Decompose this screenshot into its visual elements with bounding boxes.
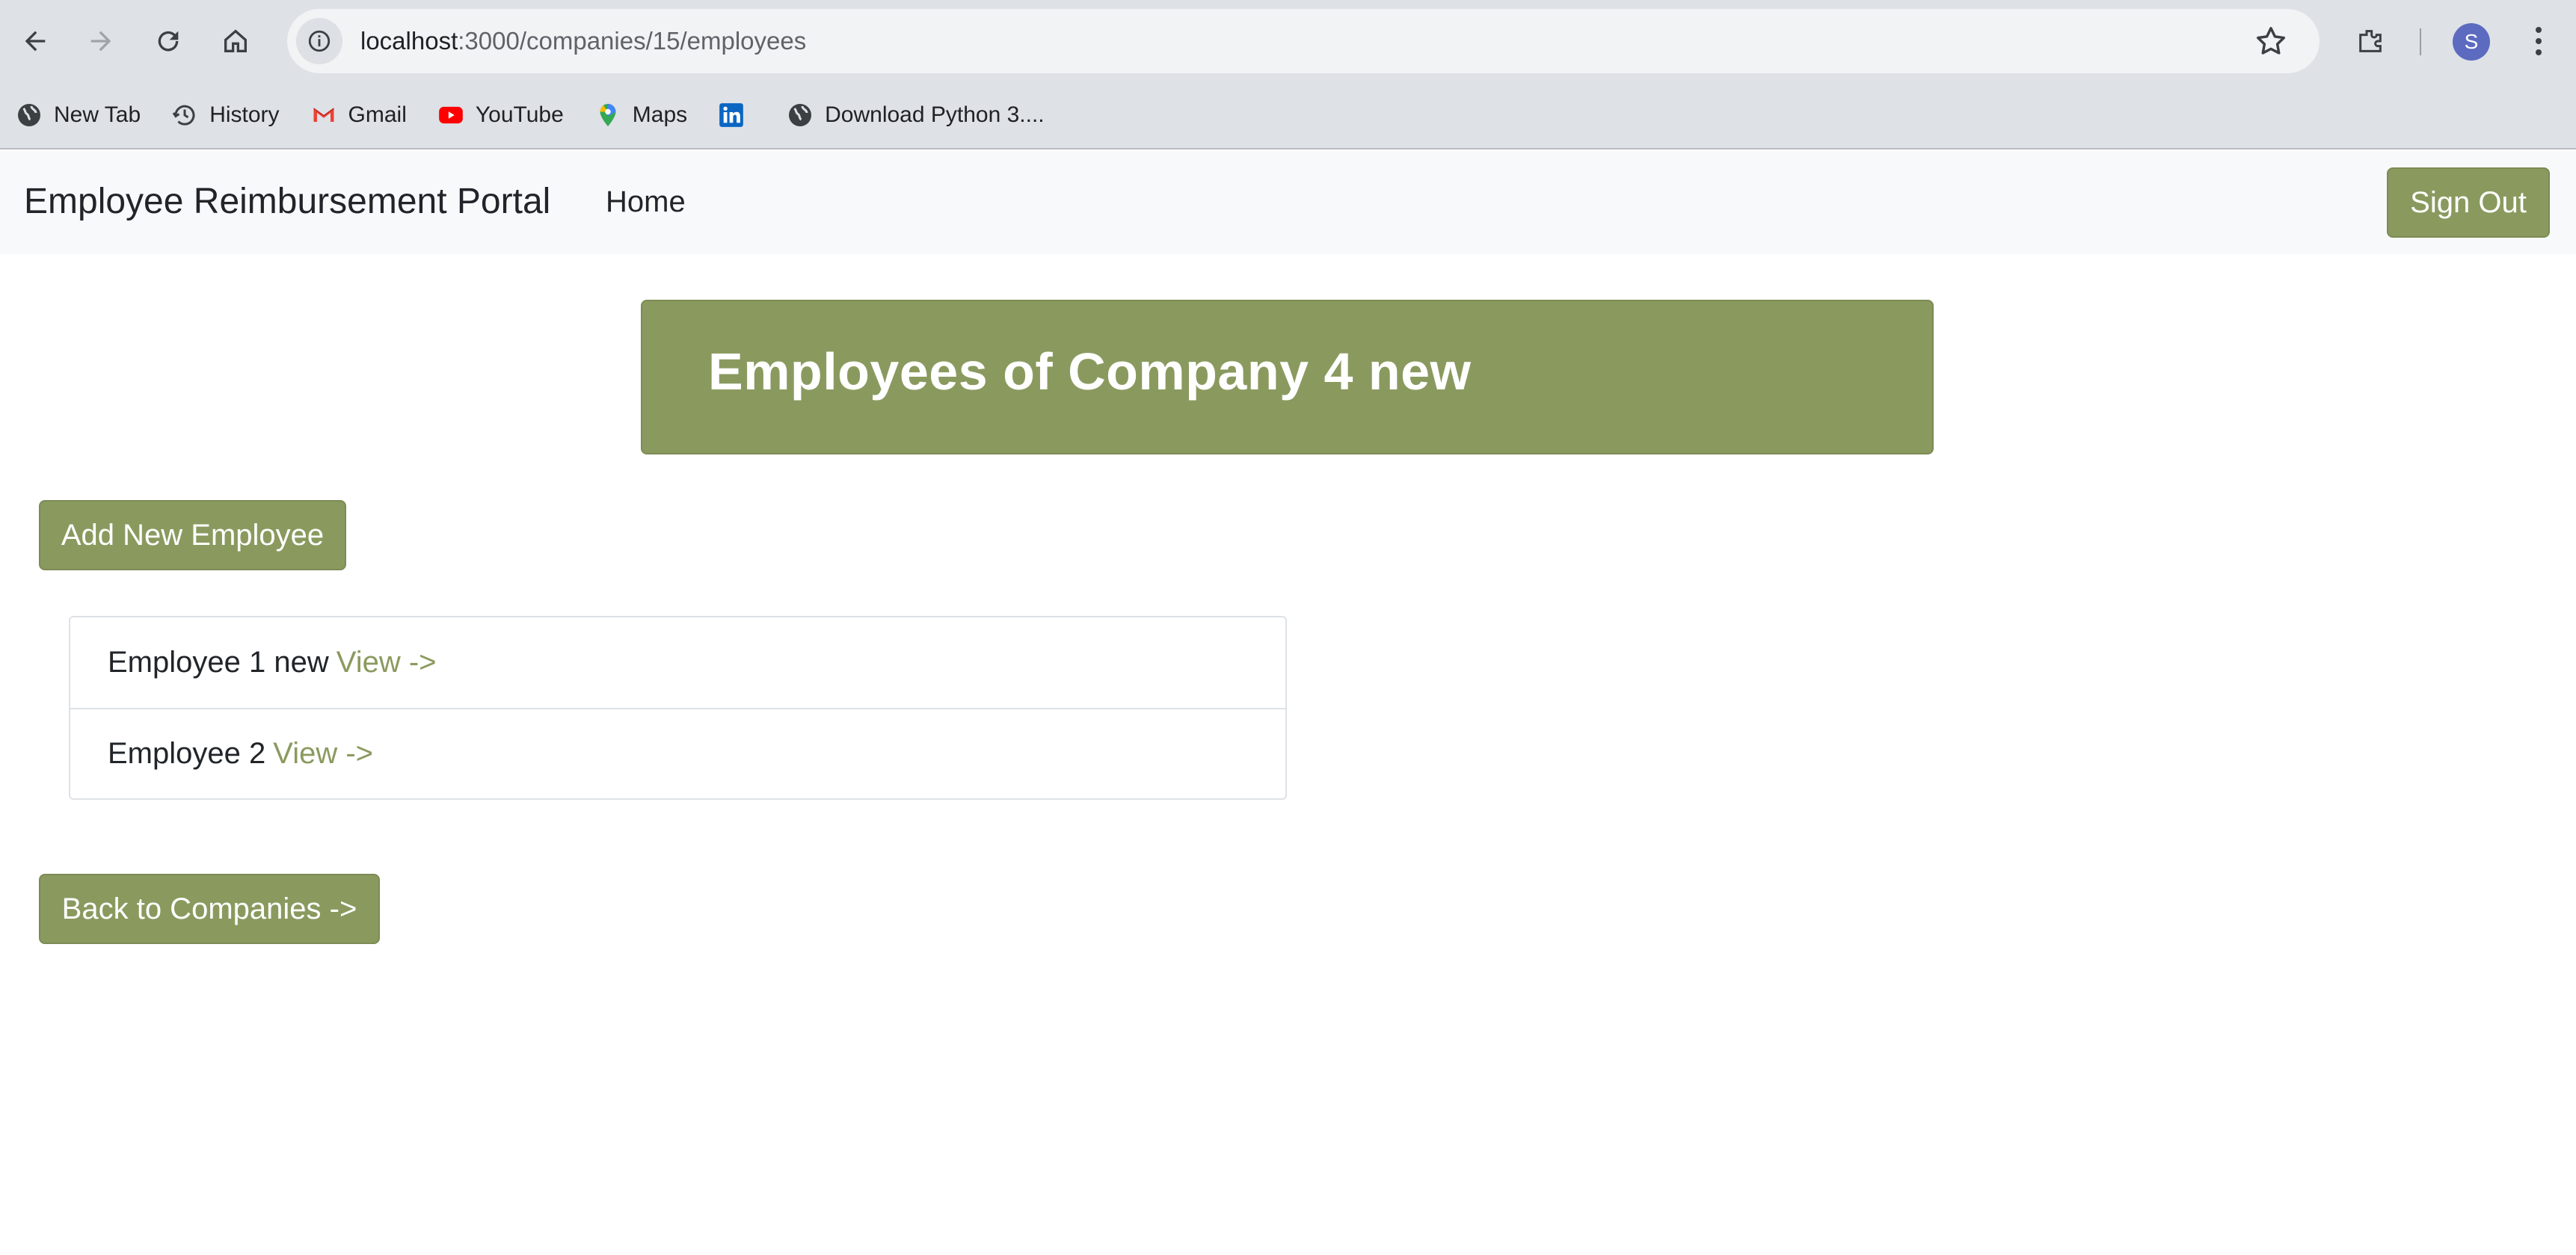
back-arrow-icon[interactable]	[9, 15, 61, 67]
employee-name: Employee 2	[108, 737, 266, 770]
maps-icon	[594, 101, 622, 129]
browser-toolbar: localhost:3000/companies/15/employees S	[0, 0, 2576, 82]
app-navbar: Employee Reimbursement Portal Home Sign …	[0, 151, 2576, 254]
globe-icon	[15, 101, 43, 129]
list-item: Employee 1 new View ->	[70, 617, 1285, 708]
bookmarks-bar: New Tab History Gmail YouTube Maps Downl…	[0, 82, 2576, 149]
bookmark-label: Gmail	[348, 102, 407, 127]
bookmark-label: YouTube	[475, 102, 564, 127]
url-text[interactable]: localhost:3000/companies/15/employees	[360, 27, 806, 55]
add-employee-button[interactable]: Add New Employee	[39, 500, 346, 570]
bookmark-label: Maps	[632, 102, 688, 127]
list-item: Employee 2 View ->	[70, 708, 1285, 798]
site-info-icon[interactable]	[296, 18, 342, 64]
forward-arrow-icon[interactable]	[75, 15, 127, 67]
home-icon[interactable]	[209, 15, 262, 67]
bookmark-label: History	[209, 102, 280, 127]
bookmark-youtube[interactable]: YouTube	[437, 101, 564, 129]
globe-icon	[786, 101, 814, 129]
reload-icon[interactable]	[142, 15, 194, 67]
page-title: Employees of Company 4 new	[708, 342, 1472, 401]
employee-name: Employee 1 new	[108, 646, 329, 679]
bookmark-maps[interactable]: Maps	[594, 101, 687, 129]
employee-list: Employee 1 new View -> Employee 2 View -…	[69, 616, 1287, 800]
extensions-icon[interactable]	[2344, 15, 2397, 67]
bookmark-new-tab[interactable]: New Tab	[15, 101, 141, 129]
url-host: localhost	[360, 27, 458, 55]
profile-avatar[interactable]: S	[2453, 23, 2490, 61]
menu-kebab-icon[interactable]	[2524, 19, 2554, 64]
page-title-banner: Employees of Company 4 new	[641, 300, 1934, 454]
history-icon	[170, 101, 199, 129]
view-employee-link[interactable]: View ->	[273, 737, 373, 771]
linkedin-icon	[717, 101, 746, 129]
bookmark-label: New Tab	[54, 102, 141, 127]
address-bar[interactable]: localhost:3000/companies/15/employees	[287, 9, 2320, 73]
bookmark-linkedin[interactable]	[717, 101, 756, 129]
bookmark-label: Download Python 3....	[825, 102, 1045, 127]
bookmark-gmail[interactable]: Gmail	[310, 101, 407, 129]
gmail-icon	[310, 101, 338, 129]
view-employee-link[interactable]: View ->	[336, 646, 437, 679]
sign-out-button[interactable]: Sign Out	[2387, 167, 2550, 238]
bookmark-download-python[interactable]: Download Python 3....	[786, 101, 1045, 129]
profile-initial: S	[2464, 30, 2479, 53]
toolbar-divider	[2420, 28, 2421, 55]
brand-title[interactable]: Employee Reimbursement Portal	[24, 181, 550, 222]
url-path: :3000/companies/15/employees	[458, 27, 807, 55]
back-to-companies-button[interactable]: Back to Companies ->	[39, 874, 380, 944]
youtube-icon	[437, 101, 465, 129]
bookmark-star-icon[interactable]	[2254, 24, 2288, 58]
bookmark-history[interactable]: History	[170, 101, 280, 129]
nav-home-link[interactable]: Home	[606, 185, 686, 219]
